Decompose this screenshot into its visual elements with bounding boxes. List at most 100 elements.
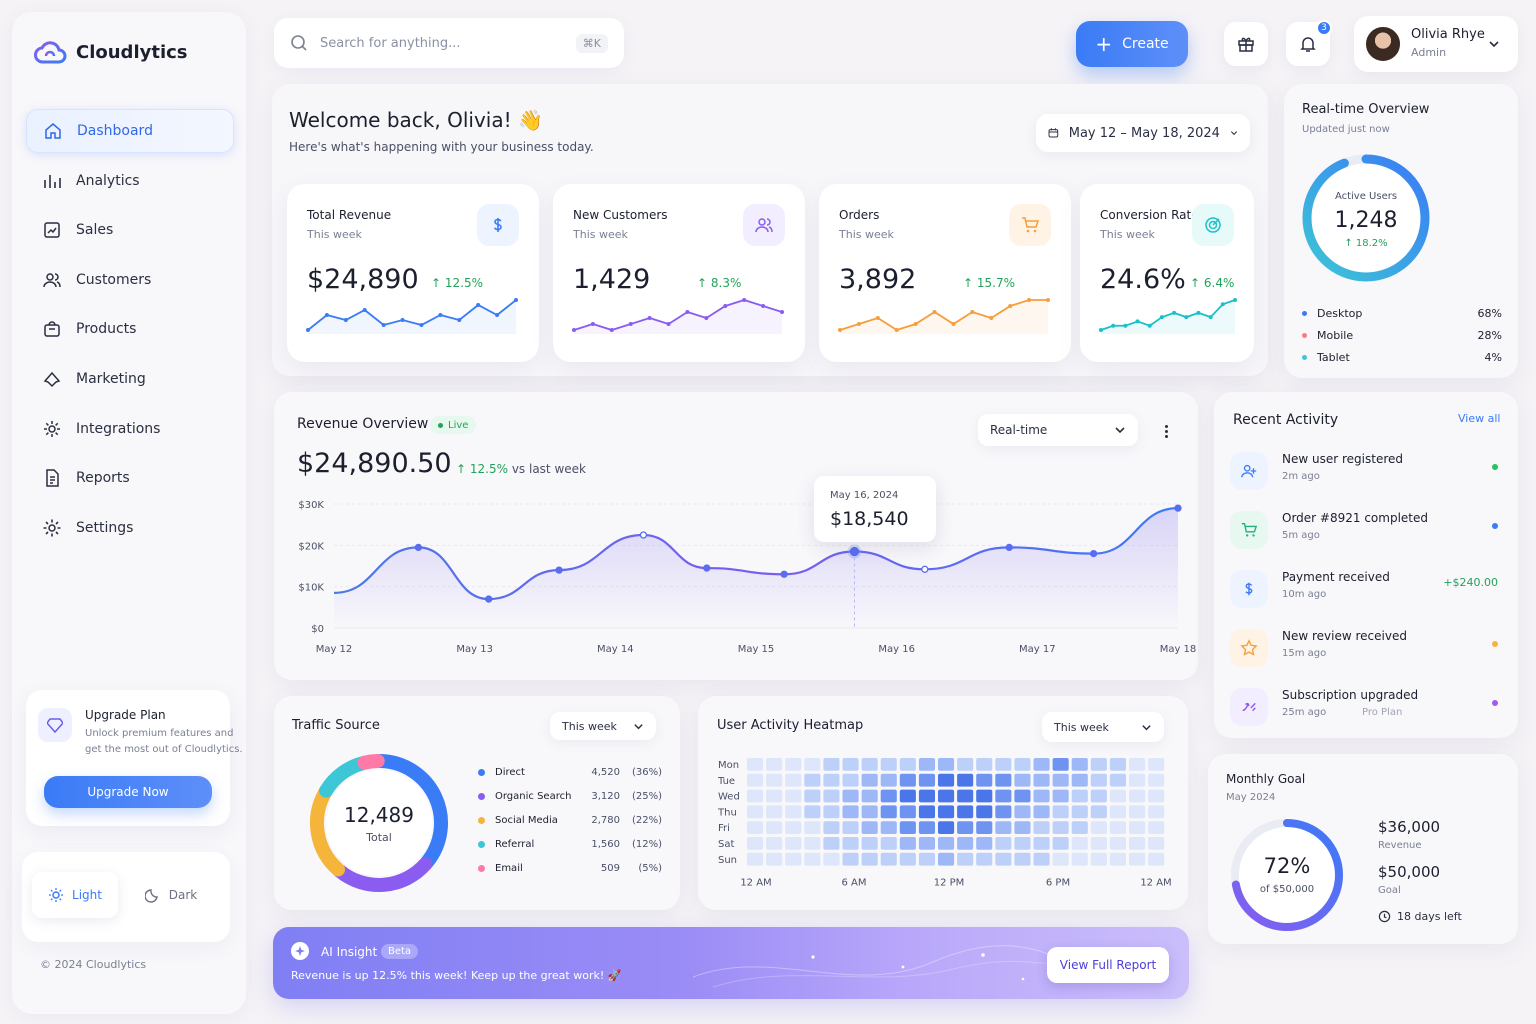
heatmap-cell[interactable] xyxy=(976,805,993,819)
revenue-point[interactable] xyxy=(1005,543,1013,552)
heatmap-cell[interactable] xyxy=(823,773,840,787)
heatmap-cell[interactable] xyxy=(1148,852,1165,866)
heatmap-cell[interactable] xyxy=(804,821,821,834)
heatmap-cell[interactable] xyxy=(785,805,802,819)
heatmap-cell[interactable] xyxy=(899,805,916,819)
user-menu[interactable]: Olivia Rhye Admin xyxy=(1354,16,1518,72)
heatmap-cell[interactable] xyxy=(957,758,974,771)
heatmap-cell[interactable] xyxy=(823,789,840,803)
heatmap-cell[interactable] xyxy=(1071,789,1088,803)
heatmap-cell[interactable] xyxy=(1090,758,1107,771)
heatmap-cell[interactable] xyxy=(1033,821,1050,834)
heatmap-cell[interactable] xyxy=(995,758,1012,771)
heatmap-cell[interactable] xyxy=(1148,773,1165,787)
heatmap-cell[interactable] xyxy=(1033,837,1050,850)
heatmap-cell[interactable] xyxy=(785,758,802,771)
revenue-point[interactable] xyxy=(1174,504,1182,512)
heatmap-cell[interactable] xyxy=(1109,805,1126,819)
heatmap-cell[interactable] xyxy=(976,821,993,834)
heatmap-cell[interactable] xyxy=(766,758,783,771)
heatmap-cell[interactable] xyxy=(1129,789,1146,803)
theme-light-option[interactable]: Light xyxy=(32,872,118,918)
heatmap-cell[interactable] xyxy=(957,789,974,803)
sidebar-item-settings[interactable]: Settings xyxy=(26,506,234,550)
revenue-point[interactable] xyxy=(849,546,860,557)
search-input[interactable]: Search for anything... xyxy=(320,36,461,51)
heatmap-cell[interactable] xyxy=(785,773,802,787)
heatmap-cell[interactable] xyxy=(1052,805,1069,819)
heatmap-cell[interactable] xyxy=(938,852,955,866)
heatmap-cell[interactable] xyxy=(918,789,935,803)
activity-item[interactable]: Order #8921 completed 5m ago xyxy=(1230,511,1498,557)
heatmap-cell[interactable] xyxy=(899,837,916,850)
heatmap-cell[interactable] xyxy=(957,837,974,850)
view-full-report-button[interactable]: View Full Report xyxy=(1047,947,1169,983)
heatmap-cell[interactable] xyxy=(995,789,1012,803)
revenue-range-select[interactable]: Real-time xyxy=(978,414,1138,446)
heatmap-cell[interactable] xyxy=(842,805,859,819)
heatmap-cell[interactable] xyxy=(995,821,1012,834)
heatmap-cell[interactable] xyxy=(861,805,878,819)
heatmap-cell[interactable] xyxy=(1129,805,1146,819)
heatmap-cell[interactable] xyxy=(785,789,802,803)
heatmap-cell[interactable] xyxy=(1014,852,1031,866)
donut-slice-email[interactable] xyxy=(357,754,385,770)
more-options-button[interactable] xyxy=(1156,420,1176,442)
heatmap-cell[interactable] xyxy=(1071,805,1088,819)
heatmap-cell[interactable] xyxy=(918,852,935,866)
heatmap-cell[interactable] xyxy=(918,773,935,787)
heatmap-cell[interactable] xyxy=(842,773,859,787)
heatmap-cell[interactable] xyxy=(1109,773,1126,787)
heatmap-cell[interactable] xyxy=(1090,837,1107,850)
heatmap-cell[interactable] xyxy=(1148,821,1165,834)
search-bar[interactable]: Search for anything... ⌘K xyxy=(274,18,624,68)
heatmap-cell[interactable] xyxy=(804,805,821,819)
heatmap-cell[interactable] xyxy=(880,852,897,866)
heatmap-cell[interactable] xyxy=(766,789,783,803)
heatmap-cell[interactable] xyxy=(842,852,859,866)
theme-dark-option[interactable]: Dark xyxy=(128,872,214,918)
heatmap-range-select[interactable]: This week xyxy=(1042,712,1164,742)
heatmap-cell[interactable] xyxy=(747,852,764,866)
heatmap-cell[interactable] xyxy=(747,789,764,803)
heatmap-cell[interactable] xyxy=(1129,758,1146,771)
heatmap-cell[interactable] xyxy=(938,773,955,787)
heatmap-cell[interactable] xyxy=(1052,789,1069,803)
heatmap-cell[interactable] xyxy=(823,805,840,819)
heatmap-cell[interactable] xyxy=(804,852,821,866)
heatmap-cell[interactable] xyxy=(1052,773,1069,787)
activity-item[interactable]: Payment received 10m ago +$240.00 xyxy=(1230,570,1498,616)
heatmap-cell[interactable] xyxy=(995,773,1012,787)
heatmap-cell[interactable] xyxy=(1129,773,1146,787)
heatmap-cell[interactable] xyxy=(1090,805,1107,819)
revenue-point[interactable] xyxy=(639,531,648,539)
heatmap-cell[interactable] xyxy=(1071,773,1088,787)
heatmap-cell[interactable] xyxy=(1129,852,1146,866)
revenue-point[interactable] xyxy=(921,565,929,573)
heatmap-cell[interactable] xyxy=(1090,773,1107,787)
heatmap-cell[interactable] xyxy=(785,821,802,834)
heatmap-cell[interactable] xyxy=(880,821,897,834)
sidebar-item-sales[interactable]: Sales xyxy=(26,208,234,252)
heatmap-cell[interactable] xyxy=(766,852,783,866)
heatmap-cell[interactable] xyxy=(1071,821,1088,834)
heatmap-cell[interactable] xyxy=(899,852,916,866)
date-range-picker[interactable]: May 12 – May 18, 2024 xyxy=(1036,114,1250,152)
heatmap-cell[interactable] xyxy=(899,821,916,834)
notifications-button[interactable]: 3 xyxy=(1286,20,1332,66)
activity-item[interactable]: New review received 15m ago xyxy=(1230,629,1498,675)
heatmap-cell[interactable] xyxy=(861,789,878,803)
heatmap-cell[interactable] xyxy=(938,758,955,771)
heatmap-cell[interactable] xyxy=(861,837,878,850)
heatmap-cell[interactable] xyxy=(1109,789,1126,803)
heatmap-cell[interactable] xyxy=(1052,821,1069,834)
heatmap-cell[interactable] xyxy=(957,821,974,834)
heatmap-cell[interactable] xyxy=(1033,773,1050,787)
heatmap-cell[interactable] xyxy=(861,758,878,771)
upgrade-now-button[interactable]: Upgrade Now xyxy=(44,776,212,808)
heatmap-cell[interactable] xyxy=(1033,805,1050,819)
heatmap-cell[interactable] xyxy=(842,789,859,803)
heatmap-cell[interactable] xyxy=(938,805,955,819)
heatmap-cell[interactable] xyxy=(1148,805,1165,819)
create-button[interactable]: + Create xyxy=(1076,21,1188,67)
